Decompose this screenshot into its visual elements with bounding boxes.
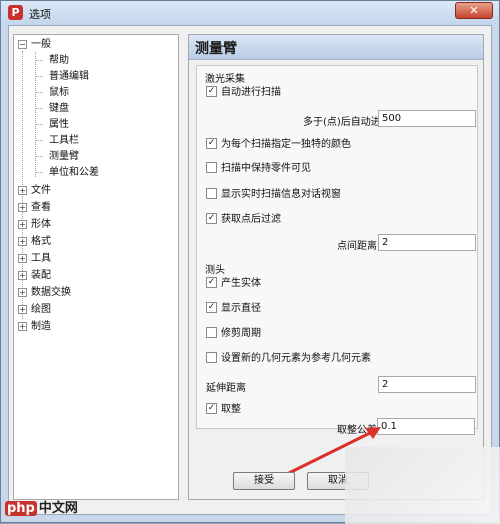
expand-icon[interactable]: + bbox=[18, 203, 27, 212]
tree-item-label: 文件 bbox=[31, 185, 51, 196]
watermark-text: 中文网 bbox=[38, 501, 78, 516]
watermark-badge: php bbox=[5, 501, 37, 516]
title-bar: P 选项 ✕ bbox=[1, 1, 499, 25]
expand-icon[interactable]: + bbox=[18, 220, 27, 229]
tree-item-label: 制造 bbox=[31, 321, 51, 332]
settings-panel: 测量臂 激光采集 ✓ 自动进行扫描 多于(点)后自动进行 500 ✓ 为每个扫描… bbox=[188, 34, 484, 500]
options-dialog: P 选项 ✕ − 一般 帮助 普通编辑 鼠标 键盘 属性 工具栏 测量臂 单位和… bbox=[0, 0, 500, 524]
tree-item-label: 单位和公差 bbox=[49, 167, 99, 178]
tree-guide-sub bbox=[35, 52, 36, 177]
expand-icon[interactable]: + bbox=[18, 254, 27, 263]
options-tree[interactable]: − 一般 帮助 普通编辑 鼠标 键盘 属性 工具栏 测量臂 单位和公差 + 文件 … bbox=[13, 34, 179, 500]
tree-item-label: 绘图 bbox=[31, 304, 51, 315]
watermark-overlay bbox=[345, 447, 500, 524]
accept-button[interactable]: 接受 bbox=[233, 472, 295, 490]
collapse-icon[interactable]: − bbox=[18, 40, 27, 49]
tree-item-label: 格式 bbox=[31, 236, 51, 247]
tree-item-label: 一般 bbox=[31, 39, 51, 50]
red-arrow-annotation bbox=[287, 427, 381, 475]
tree-item-label: 鼠标 bbox=[49, 87, 69, 98]
expand-icon[interactable]: + bbox=[18, 186, 27, 195]
tree-item-label: 形体 bbox=[31, 219, 51, 230]
dialog-body: − 一般 帮助 普通编辑 鼠标 键盘 属性 工具栏 测量臂 单位和公差 + 文件 … bbox=[8, 25, 492, 515]
window-title: 选项 bbox=[29, 8, 51, 21]
expand-icon[interactable]: + bbox=[18, 288, 27, 297]
tree-item-label: 工具栏 bbox=[49, 135, 79, 146]
tree-item-label: 测量臂 bbox=[49, 151, 79, 162]
close-button[interactable]: ✕ bbox=[455, 2, 493, 19]
tree-item-label: 查看 bbox=[31, 202, 51, 213]
tree-item-label: 帮助 bbox=[49, 55, 69, 66]
tree-item-label: 工具 bbox=[31, 253, 51, 264]
tree-item-label: 属性 bbox=[49, 119, 69, 130]
tree-item-label: 键盘 bbox=[49, 103, 69, 114]
tree-item-label: 数据交换 bbox=[31, 287, 71, 298]
app-logo-icon: P bbox=[8, 5, 23, 20]
tree-item-label: 普通编辑 bbox=[49, 71, 89, 82]
expand-icon[interactable]: + bbox=[18, 305, 27, 314]
expand-icon[interactable]: + bbox=[18, 237, 27, 246]
expand-icon[interactable]: + bbox=[18, 271, 27, 280]
watermark-logo: php 中文网 bbox=[5, 497, 78, 516]
expand-icon[interactable]: + bbox=[18, 322, 27, 331]
tree-item-label: 装配 bbox=[31, 270, 51, 281]
